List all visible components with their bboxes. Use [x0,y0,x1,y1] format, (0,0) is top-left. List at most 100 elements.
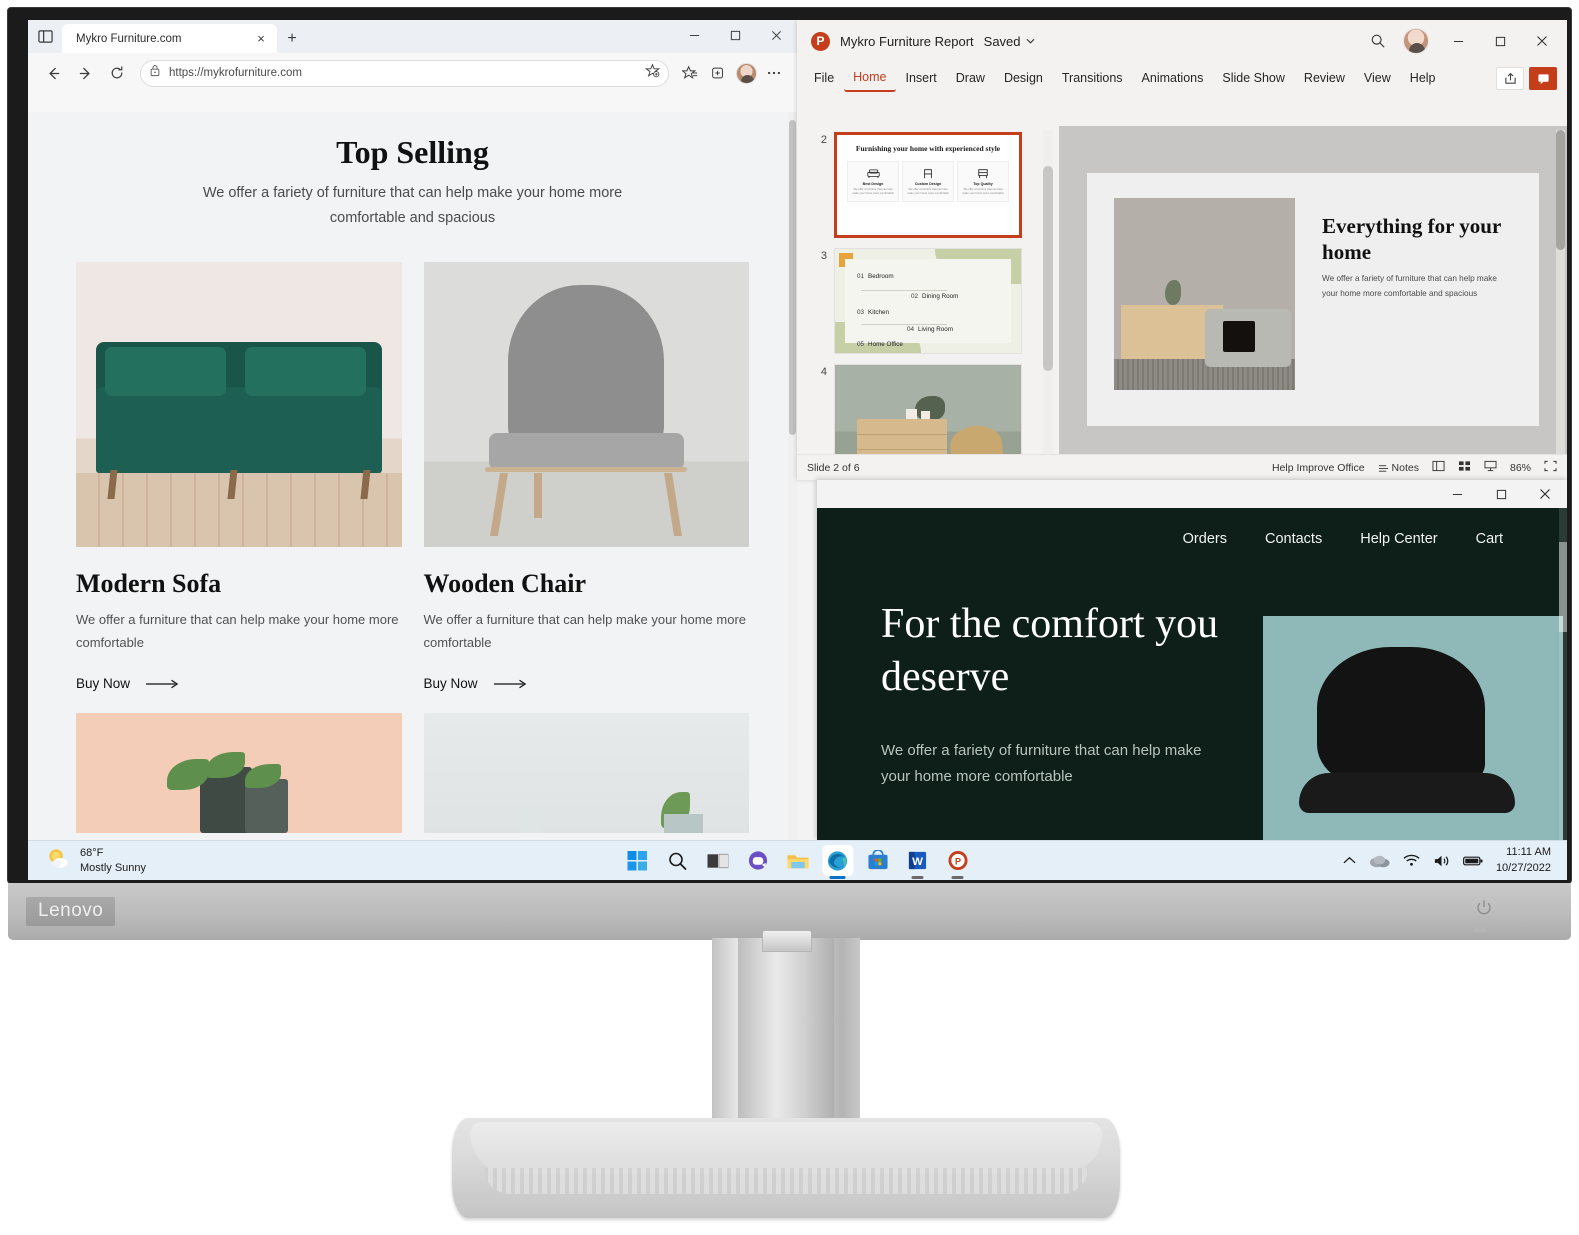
share-icon[interactable] [1496,66,1524,90]
edge-button[interactable] [822,845,853,876]
powerpoint-window[interactable]: P Mykro Furniture Report Saved File Home… [797,20,1567,480]
taskbar: 68°F Mostly Sunny W P 11:11 AM 10/27/202… [28,840,1567,880]
zoom-level[interactable]: 86% [1510,462,1531,474]
tab-draw[interactable]: Draw [947,66,994,91]
minimize-icon[interactable] [674,20,715,51]
browser-tab-strip: Mykro Furniture.com × + [28,20,797,53]
close-tab-icon[interactable]: × [251,29,271,49]
tab-design[interactable]: Design [995,66,1052,91]
word-button[interactable]: W [902,845,933,876]
task-view-button[interactable] [702,845,733,876]
product-card[interactable] [423,713,749,834]
close-icon[interactable] [756,20,797,51]
monitor-stand-base-top [470,1122,1102,1174]
volume-icon[interactable] [1433,854,1450,868]
slide-heading: Everything for your home [1322,213,1501,264]
teams-button[interactable] [742,845,773,876]
nav-link-orders[interactable]: Orders [1183,531,1227,547]
normal-view-icon[interactable] [1432,460,1445,475]
start-button[interactable] [622,845,653,876]
product-card[interactable] [76,713,402,834]
favorites-icon[interactable] [677,60,703,86]
nav-link-help-center[interactable]: Help Center [1360,531,1437,547]
slide-thumbnail-2[interactable]: Furnishing your home with experienced st… [834,132,1022,238]
maximize-icon[interactable] [1479,480,1523,508]
tab-review[interactable]: Review [1295,66,1354,91]
product-image-chair [423,261,749,547]
tab-insert[interactable]: Insert [897,66,946,91]
thumbnail-scrollbar-thumb[interactable] [1043,166,1053,371]
clock[interactable]: 11:11 AM 10/27/2022 [1496,845,1551,877]
powerpoint-button[interactable]: P [942,845,973,876]
tab-animations[interactable]: Animations [1133,66,1213,91]
maximize-icon[interactable] [1481,26,1519,56]
tab-view[interactable]: View [1355,66,1400,91]
search-button[interactable] [662,845,693,876]
slide-thumbnail-row[interactable]: 2 Furnishing your home with experienced … [815,132,1059,238]
tab-home[interactable]: Home [844,65,896,92]
file-explorer-button[interactable] [782,845,813,876]
product-card[interactable]: Modern Sofa We offer a furniture that ca… [76,261,402,691]
minimize-icon[interactable] [1439,26,1477,56]
browser-toolbar: https://mykrofurniture.com [28,53,797,93]
reload-icon[interactable] [102,58,132,88]
notes-button[interactable]: Notes [1378,462,1419,474]
weather-widget[interactable]: 68°F Mostly Sunny [28,846,146,876]
back-icon[interactable] [38,58,68,88]
wifi-icon[interactable] [1403,854,1420,867]
power-icon[interactable] [1475,899,1493,917]
buy-now-link[interactable]: Buy Now [76,676,402,691]
minimize-icon[interactable] [1435,480,1479,508]
tab-file[interactable]: File [805,66,843,91]
add-favorite-icon[interactable] [644,63,661,83]
slide-2-card: Custom Design We offer a furniture that … [902,161,954,203]
nav-link-contacts[interactable]: Contacts [1265,531,1322,547]
help-improve-office-label[interactable]: Help Improve Office [1272,462,1365,474]
address-bar[interactable]: https://mykrofurniture.com [140,59,669,87]
browser-tab[interactable]: Mykro Furniture.com × [62,24,277,53]
close-icon[interactable] [1523,480,1567,508]
show-hidden-icons-chevron-up-icon[interactable] [1343,856,1356,865]
microsoft-store-button[interactable] [862,845,893,876]
furniture-site-window[interactable]: Orders Contacts Help Center Cart For the… [817,480,1567,840]
tab-help[interactable]: Help [1401,66,1445,91]
nav-link-cart[interactable]: Cart [1476,531,1503,547]
comments-icon[interactable] [1529,66,1557,90]
browser-window[interactable]: Mykro Furniture.com × + https://mykrofur… [28,20,797,840]
canvas-scrollbar-thumb[interactable] [1556,130,1565,250]
collections-icon[interactable] [705,60,731,86]
tab-search-icon[interactable] [28,20,62,53]
battery-icon[interactable] [1462,855,1483,867]
slide-canvas[interactable]: Everything for your home We offer a fari… [1059,126,1567,472]
save-status[interactable]: Saved [984,34,1035,49]
avatar[interactable] [733,60,759,86]
slide-sorter-icon[interactable] [1458,460,1471,475]
slide-thumbnail-3[interactable]: 01 Bedroom 02 Dining Room 03 Kitchen 04 Livi… [834,248,1022,354]
close-icon[interactable] [1523,26,1561,56]
site-scrollbar-thumb[interactable] [1559,542,1567,632]
forward-icon[interactable] [70,58,100,88]
slide-3-item: 04 Living Room [907,326,954,333]
site-hero: For the comfort you deserve We offer a f… [817,570,1567,840]
slide-thumbnail-panel[interactable]: 2 Furnishing your home with experienced … [797,126,1059,472]
avatar[interactable] [1403,28,1429,54]
slide-2-cards: Best Design We offer a furniture that ca… [847,161,1009,203]
svg-text:P: P [954,856,960,866]
page-scrollbar-thumb[interactable] [789,120,796,435]
product-name: Modern Sofa [76,568,222,598]
product-card[interactable]: Wooden Chair We offer a furniture that c… [423,261,750,691]
current-slide[interactable]: Everything for your home We offer a fari… [1087,172,1539,426]
fit-slide-icon[interactable] [1544,460,1557,475]
buy-now-link[interactable]: Buy Now [424,676,750,691]
reading-view-icon[interactable] [1484,460,1497,475]
slide-thumbnail-row[interactable]: 3 01 Bedroom 02 Dining Room 03 Kitchen 0… [815,248,1059,354]
onedrive-cloud-icon[interactable] [1369,854,1390,868]
new-tab-button[interactable]: + [277,24,307,53]
search-icon[interactable] [1363,26,1393,56]
tab-slide-show[interactable]: Slide Show [1213,66,1294,91]
more-options-icon[interactable] [761,60,787,86]
tab-transitions[interactable]: Transitions [1053,66,1132,91]
maximize-icon[interactable] [715,20,756,51]
page-scrollbar[interactable] [788,112,797,840]
site-scrollbar[interactable] [1559,508,1567,840]
